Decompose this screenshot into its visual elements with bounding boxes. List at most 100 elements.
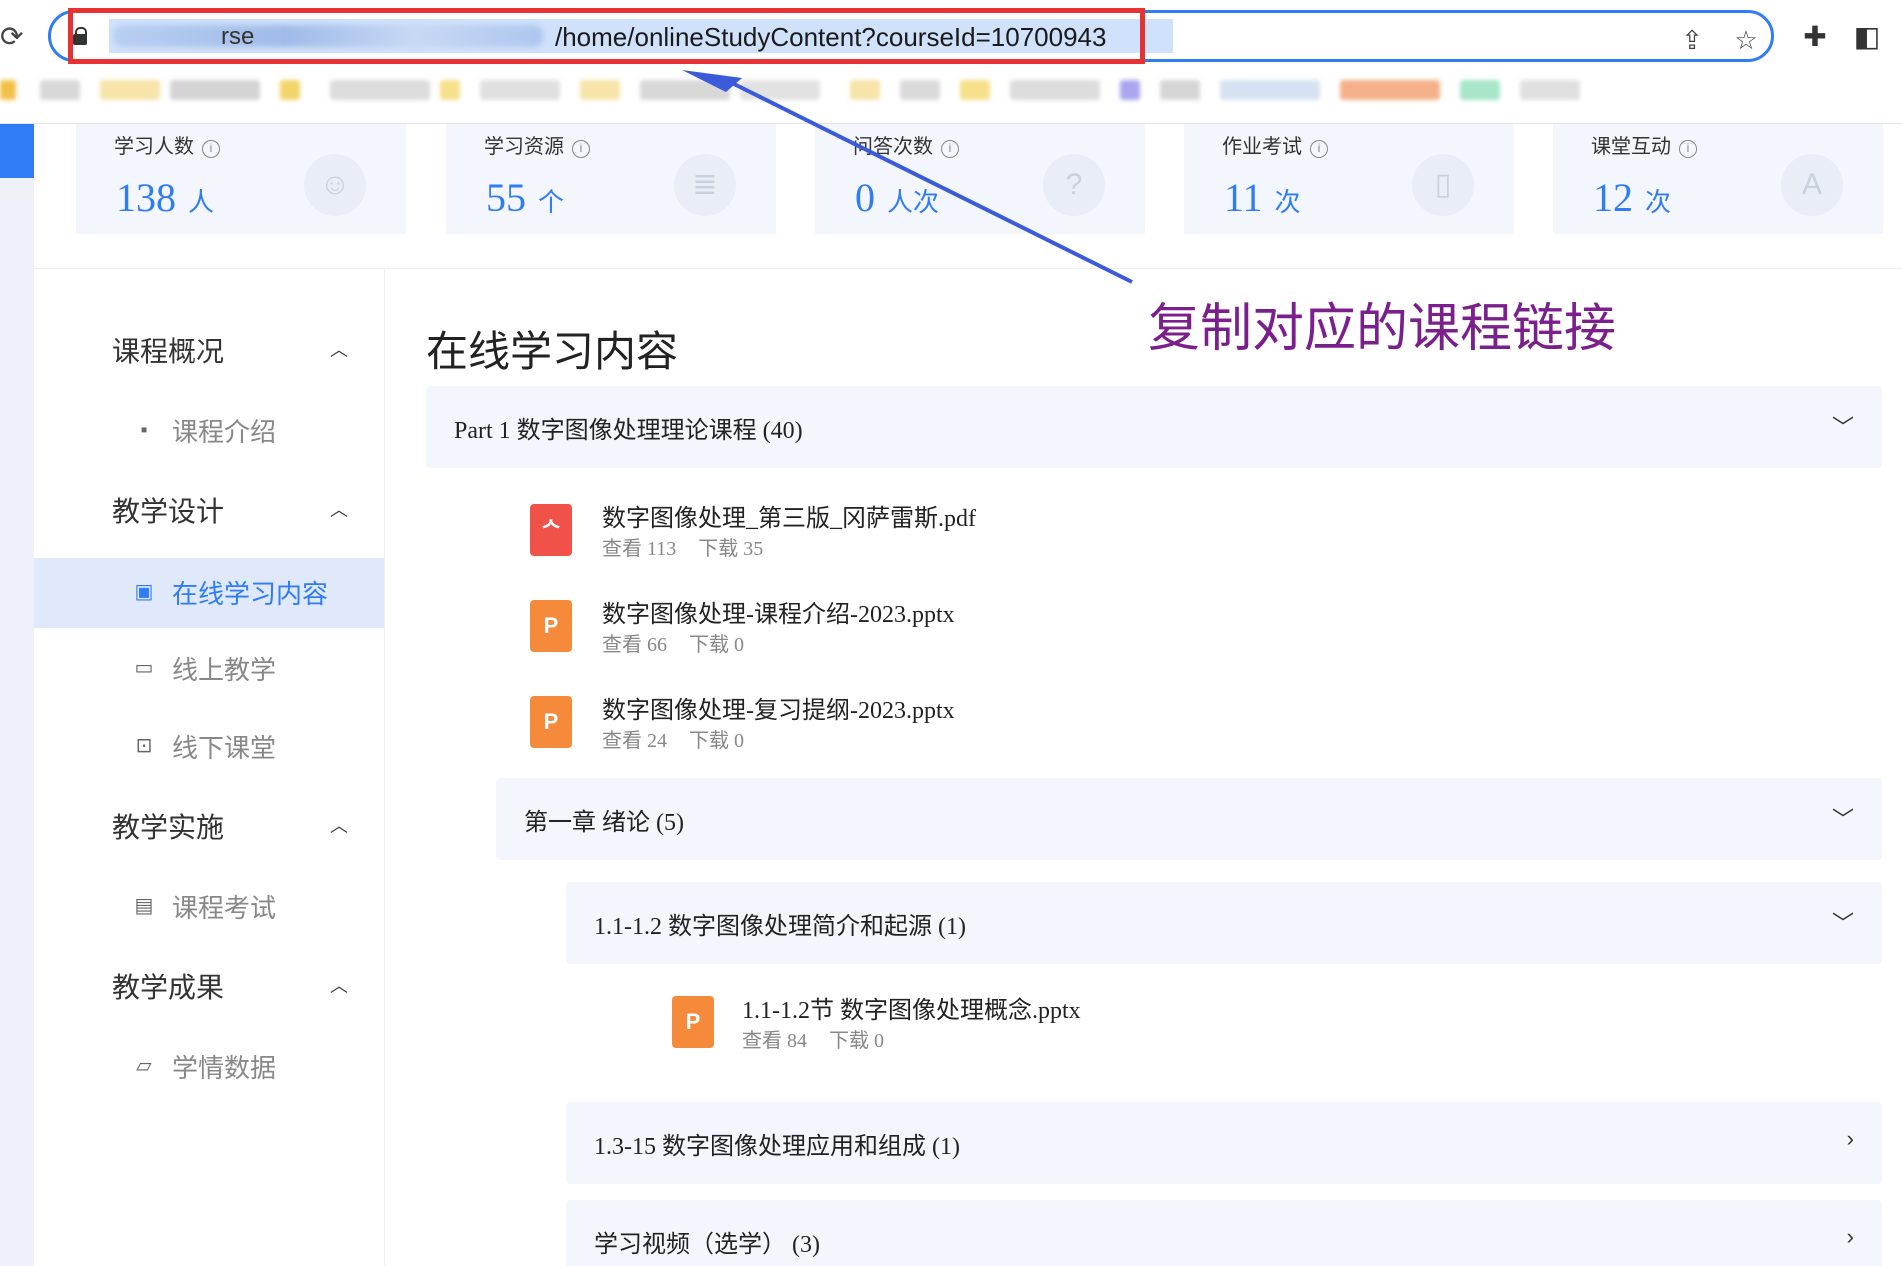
file-item[interactable]: P 1.1-1.2节 数字图像处理概念.pptx 查看 84 下载 0 [672, 996, 1472, 1076]
bookmark-item[interactable] [1220, 80, 1320, 100]
sidebar-group-results[interactable]: 教学成果 [112, 966, 224, 1006]
chevron-right-icon[interactable]: › [1847, 1224, 1854, 1250]
chevron-down-icon[interactable]: ﹀ [1832, 410, 1854, 442]
book-icon: ▯ [1412, 154, 1474, 216]
section-chapter1[interactable]: 第一章 绪论 (5) ﹀ [496, 778, 1882, 860]
section-title: 1.3-15 数字图像处理应用和组成 (1) [594, 1134, 960, 1160]
section-videos[interactable]: 学习视频（选学） (3) › [566, 1200, 1882, 1266]
bookmark-item[interactable] [580, 80, 620, 100]
file-downloads: 下载 0 [829, 1030, 884, 1052]
browser-toolbar: ⟳ rse /home/onlineStudyContent?courseId=… [0, 0, 1902, 124]
file-downloads: 下载 0 [689, 634, 744, 656]
sidebar-item-label: 线上教学 [172, 655, 277, 685]
sidebar-item-exam[interactable]: ▤ 课程考试 [34, 872, 384, 942]
offline-class-icon: ⊡ [135, 735, 153, 757]
sidebar-item-online-content[interactable]: ▣ 在线学习内容 [34, 558, 384, 628]
left-nav-active-marker[interactable] [0, 124, 34, 178]
stat-value: 11 [1224, 175, 1263, 220]
reload-icon[interactable]: ⟳ [0, 20, 26, 54]
url-highlight-frame [68, 8, 1145, 64]
sidebar-item-label: 课程考试 [172, 893, 277, 923]
bookmark-item[interactable] [170, 80, 260, 100]
stat-value: 138 [116, 175, 176, 220]
sidebar-item-learning-data[interactable]: ▱ 学情数据 [34, 1032, 384, 1102]
stat-card-resources: 学习资源 i 55 个 ≣ [446, 124, 776, 234]
sidebar-item-course-intro[interactable]: ▪ 课程介绍 [34, 396, 384, 466]
sidebar-item-offline-class[interactable]: ⊡ 线下课堂 [34, 712, 384, 782]
file-downloads: 下载 35 [698, 538, 764, 560]
file-name[interactable]: 数字图像处理-复习提纲-2023.pptx [602, 690, 955, 725]
bookmark-item[interactable] [100, 80, 160, 100]
content-icon: ▣ [134, 581, 154, 603]
file-item[interactable]: ᄉ 数字图像处理_第三版_冈萨雷斯.pdf 查看 113 下载 35 [530, 504, 1430, 584]
bookmark-item[interactable] [900, 80, 940, 100]
star-icon[interactable]: ☆ [1731, 25, 1761, 55]
chevron-up-icon[interactable]: ︿ [330, 496, 348, 522]
bookmark-item[interactable] [1340, 80, 1440, 100]
content-divider [34, 268, 1902, 269]
sidebar-group-overview[interactable]: 课程概况 [112, 330, 224, 370]
sidebar-group-implementation[interactable]: 教学实施 [112, 806, 224, 846]
info-icon[interactable]: i [1310, 140, 1328, 158]
chevron-down-icon[interactable]: ﹀ [1832, 906, 1854, 938]
extensions-icon[interactable]: ✚ [1798, 20, 1832, 54]
file-item[interactable]: P 数字图像处理-课程介绍-2023.pptx 查看 66 下载 0 [530, 600, 1430, 680]
stat-label: 学习资源 [484, 136, 564, 158]
file-name[interactable]: 1.1-1.2节 数字图像处理概念.pptx [742, 990, 1081, 1025]
share-icon[interactable]: ⇪ [1677, 25, 1707, 55]
left-nav-strip [0, 124, 34, 1266]
info-icon[interactable]: i [202, 140, 220, 158]
bookmark-item[interactable] [1120, 80, 1140, 100]
stat-value: 12 [1593, 175, 1633, 220]
file-views: 查看 24 [602, 730, 667, 752]
info-icon[interactable]: i [941, 140, 959, 158]
info-icon[interactable]: i [1679, 140, 1697, 158]
section-1-1[interactable]: 1.1-1.2 数字图像处理简介和起源 (1) ﹀ [566, 882, 1882, 964]
chevron-right-icon[interactable]: › [1847, 1126, 1854, 1152]
file-views: 查看 66 [602, 634, 667, 656]
pdf-icon: ᄉ [530, 504, 572, 556]
bookmark-item[interactable] [440, 80, 460, 100]
file-views: 查看 113 [602, 538, 677, 560]
bookmark-item[interactable] [330, 80, 430, 100]
bookmark-item[interactable] [1010, 80, 1100, 100]
sidebar-item-online-teaching[interactable]: ▭ 线上教学 [34, 634, 384, 704]
bookmark-item[interactable] [1160, 80, 1200, 100]
bookmark-item[interactable] [1460, 80, 1500, 100]
bookmark-item[interactable] [280, 80, 300, 100]
bookmark-item[interactable] [850, 80, 880, 100]
bookmark-item[interactable] [740, 80, 820, 100]
stat-card-homework: 作业考试 i 11 次 ▯ [1184, 124, 1514, 234]
qa-icon: ? [1043, 154, 1105, 216]
file-item[interactable]: P 数字图像处理-复习提纲-2023.pptx 查看 24 下载 0 [530, 696, 1430, 776]
file-name[interactable]: 数字图像处理_第三版_冈萨雷斯.pdf [602, 498, 976, 533]
sidebar-item-label: 线下课堂 [172, 733, 277, 763]
chart-icon: ▱ [136, 1055, 152, 1077]
stat-unit: 次 [1645, 188, 1672, 217]
bookmark-item[interactable] [960, 80, 990, 100]
sidebar-item-label: 课程介绍 [172, 417, 277, 447]
chevron-up-icon[interactable]: ︿ [330, 972, 348, 998]
section-title: Part 1 数字图像处理理论课程 (40) [454, 418, 803, 444]
bookmark-item[interactable] [640, 80, 730, 100]
chevron-up-icon[interactable]: ︿ [330, 336, 348, 362]
online-class-icon: ▭ [134, 657, 154, 679]
bookmark-item[interactable] [480, 80, 560, 100]
stat-unit: 个 [538, 188, 565, 217]
info-icon[interactable]: i [572, 140, 590, 158]
stat-card-interaction: 课堂互动 i 12 次 A [1553, 124, 1883, 234]
section-title: 学习视频（选学） (3) [594, 1232, 820, 1258]
bookmark-folder-icon[interactable] [0, 80, 16, 100]
section-part1[interactable]: Part 1 数字图像处理理论课程 (40) ﹀ [426, 386, 1882, 468]
sidepanel-icon[interactable]: ◧ [1850, 20, 1884, 54]
file-name[interactable]: 数字图像处理-课程介绍-2023.pptx [602, 594, 955, 629]
file-downloads: 下载 0 [689, 730, 744, 752]
chevron-down-icon[interactable]: ﹀ [1832, 802, 1854, 834]
bookmark-item[interactable] [40, 80, 80, 100]
stat-unit: 次 [1274, 188, 1301, 217]
bookmark-item[interactable] [1520, 80, 1580, 100]
document-icon: ▪ [140, 419, 148, 441]
chevron-up-icon[interactable]: ︿ [330, 812, 348, 838]
sidebar-group-design[interactable]: 教学设计 [112, 490, 224, 530]
section-1-3[interactable]: 1.3-15 数字图像处理应用和组成 (1) › [566, 1102, 1882, 1184]
